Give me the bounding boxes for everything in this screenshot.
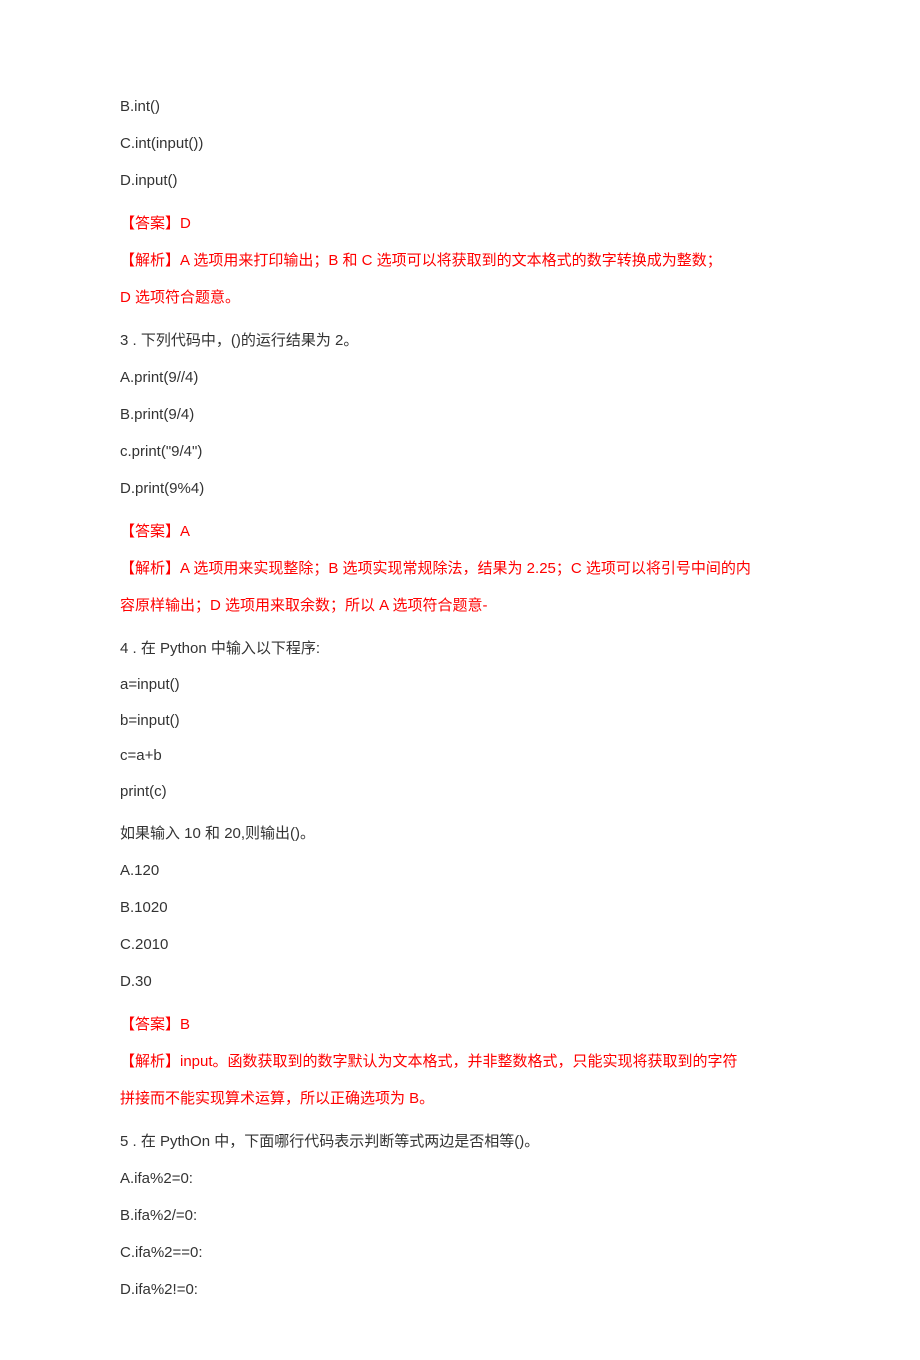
q5-option-b: B.ifa%2/=0:: [120, 1199, 800, 1232]
q4-code-line1: a=input(): [120, 669, 800, 701]
q4-code-line3: c=a+b: [120, 740, 800, 772]
q3-explanation-line2: 容原样输出；D 选项用来取余数；所以 A 选项符合题意-: [120, 589, 800, 622]
q4-explanation-line2: 拼接而不能实现算术运算，所以正确选项为 B。: [120, 1082, 800, 1115]
q4-option-c: C.2010: [120, 928, 800, 961]
q4-code-line4: print(c): [120, 776, 800, 808]
q4-explanation-line1: 【解析】input。函数获取到的数字默认为文本格式，并非整数格式，只能实现将获取…: [120, 1045, 800, 1078]
q2-explanation-line2: D 选项符合题意。: [120, 281, 800, 314]
q4-code-line2: b=input(): [120, 705, 800, 737]
q5-option-d: D.ifa%2!=0:: [120, 1273, 800, 1306]
q4-after-code: 如果输入 10 和 20,则输出()。: [120, 817, 800, 850]
q2-option-b: B.int(): [120, 90, 800, 123]
q5-option-c: C.ifa%2==0:: [120, 1236, 800, 1269]
q4-stem: 4 . 在 Python 中输入以下程序:: [120, 632, 800, 665]
q3-stem: 3 . 下列代码中，()的运行结果为 2。: [120, 324, 800, 357]
q3-option-c: c.print("9/4"): [120, 435, 800, 468]
q3-option-a: A.print(9//4): [120, 361, 800, 394]
q2-answer: 【答案】D: [120, 207, 800, 240]
q4-option-a: A.120: [120, 854, 800, 887]
q4-answer: 【答案】B: [120, 1008, 800, 1041]
q3-option-d: D.print(9%4): [120, 472, 800, 505]
q5-option-a: A.ifa%2=0:: [120, 1162, 800, 1195]
q4-option-b: B.1020: [120, 891, 800, 924]
q2-option-d: D.input(): [120, 164, 800, 197]
q2-option-c: C.int(input()): [120, 127, 800, 160]
q4-option-d: D.30: [120, 965, 800, 998]
q5-stem: 5 . 在 PythOn 中，下面哪行代码表示判断等式两边是否相等()。: [120, 1125, 800, 1158]
q3-answer: 【答案】A: [120, 515, 800, 548]
q3-explanation-line1: 【解析】A 选项用来实现整除；B 选项实现常规除法，结果为 2.25；C 选项可…: [120, 552, 800, 585]
q3-option-b: B.print(9/4): [120, 398, 800, 431]
q2-explanation-line1: 【解析】A 选项用来打印输出；B 和 C 选项可以将获取到的文本格式的数字转换成…: [120, 244, 800, 277]
